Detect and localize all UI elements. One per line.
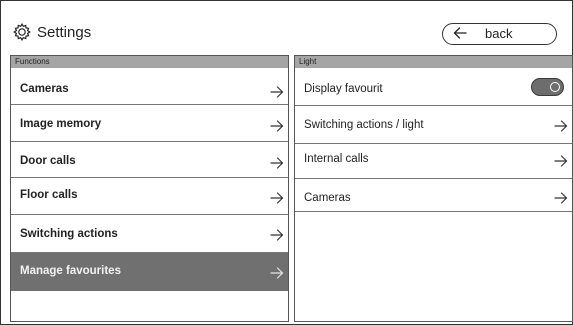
function-item-image-memory[interactable]: Image memory: [11, 105, 288, 142]
functions-panel-heading: Functions: [11, 56, 288, 68]
function-item-label: Door calls: [20, 155, 76, 167]
back-button[interactable]: back: [442, 23, 557, 45]
arrow-right-icon: [554, 154, 568, 168]
light-item-label: Internal calls: [304, 153, 369, 165]
light-item-display-favourit: Display favourit: [295, 68, 572, 106]
function-item-label: Image memory: [20, 118, 102, 130]
light-item-label: Switching actions / light: [304, 119, 424, 131]
function-item-label: Manage favourites: [20, 265, 121, 277]
gear-icon: [13, 23, 31, 41]
arrow-right-icon: [270, 228, 284, 242]
function-item-switching-actions[interactable]: Switching actions: [11, 215, 288, 253]
arrow-right-icon: [270, 266, 284, 280]
toggle-knob: [550, 82, 560, 92]
functions-panel: Functions Cameras Image memory Door call…: [10, 55, 289, 322]
arrow-right-icon: [270, 119, 284, 133]
settings-screen: Settings back Functions Cameras Image me…: [0, 0, 573, 325]
arrow-right-icon: [554, 191, 568, 205]
function-item-cameras[interactable]: Cameras: [11, 68, 288, 105]
light-item-label: Cameras: [304, 192, 351, 204]
arrow-right-icon: [554, 119, 568, 133]
light-panel-heading: Light: [295, 56, 572, 68]
page-title: Settings: [37, 24, 92, 41]
function-item-label: Switching actions: [20, 228, 118, 240]
arrow-left-icon: [453, 26, 467, 40]
function-item-door-calls[interactable]: Door calls: [11, 142, 288, 178]
light-item-cameras[interactable]: Cameras: [295, 179, 572, 212]
light-item-label: Display favourit: [304, 83, 383, 95]
arrow-right-icon: [270, 191, 284, 205]
light-item-switching-actions-light[interactable]: Switching actions / light: [295, 106, 572, 144]
function-item-floor-calls[interactable]: Floor calls: [11, 178, 288, 215]
display-favourit-toggle[interactable]: [531, 78, 564, 96]
function-item-label: Cameras: [20, 83, 69, 95]
light-item-internal-calls[interactable]: Internal calls: [295, 144, 572, 179]
back-button-label: back: [485, 26, 513, 41]
function-item-label: Floor calls: [20, 189, 78, 201]
light-panel: Light Display favourit Switching actions…: [294, 55, 573, 322]
function-item-manage-favourites[interactable]: Manage favourites: [11, 253, 288, 291]
arrow-right-icon: [270, 85, 284, 99]
arrow-right-icon: [270, 156, 284, 170]
